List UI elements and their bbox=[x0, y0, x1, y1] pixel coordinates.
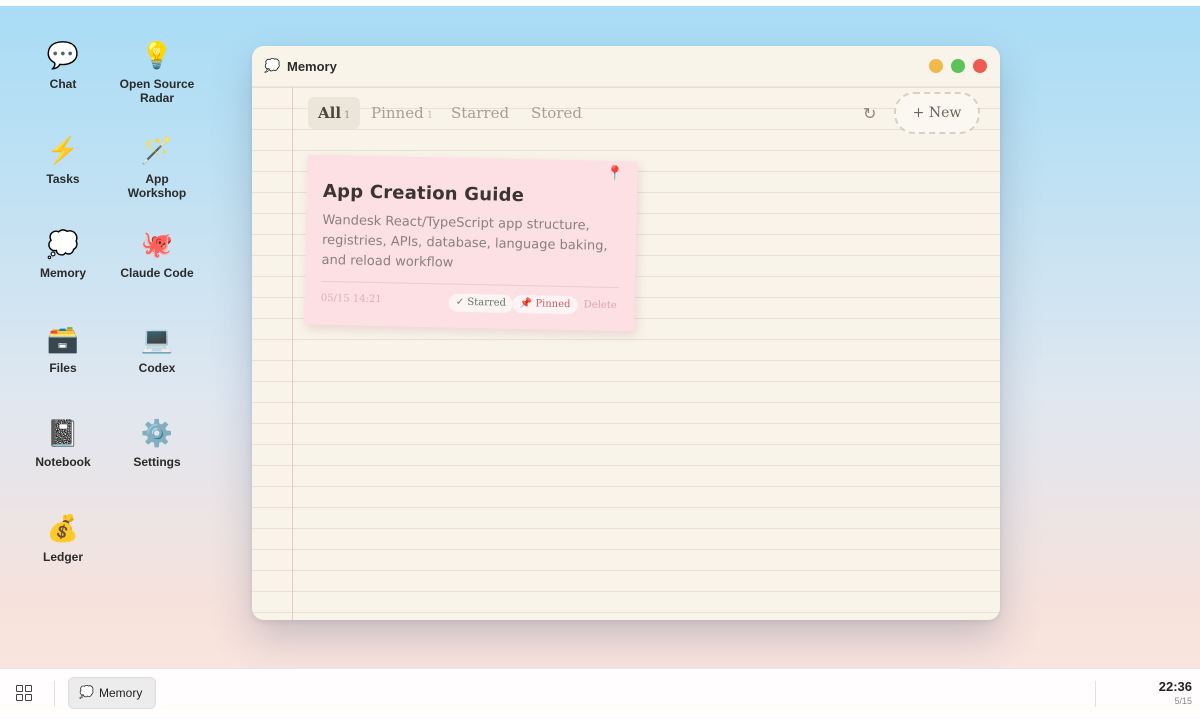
pinned-toggle[interactable]: 📌 Pinned bbox=[512, 294, 578, 315]
pin-icon: 📍 bbox=[605, 164, 624, 182]
window-titlebar[interactable]: 💭 Memory bbox=[252, 46, 1000, 87]
desktop-icon-app-workshop[interactable]: 🪄 App Workshop bbox=[102, 133, 212, 200]
tab-label: Starred bbox=[451, 104, 510, 122]
app-grid-icon[interactable] bbox=[16, 685, 32, 701]
tab-stored[interactable]: Stored bbox=[521, 97, 592, 129]
thought-bubble-icon: 💭 bbox=[264, 58, 281, 73]
close-button[interactable] bbox=[973, 59, 987, 73]
clock-time: 22:36 bbox=[1158, 679, 1192, 694]
taskbar-app-memory[interactable]: 💭 Memory bbox=[68, 677, 156, 709]
desktop-icon-ledger[interactable]: 💰 Ledger bbox=[8, 511, 118, 564]
desktop-icon-label: Claude Code bbox=[120, 266, 194, 280]
tab-label: Stored bbox=[531, 104, 582, 122]
octopus-icon: 🐙 bbox=[140, 229, 174, 259]
clock[interactable]: 22:36 5/15 bbox=[1159, 679, 1192, 706]
refresh-icon[interactable]: ↻ bbox=[863, 104, 876, 124]
delete-button[interactable]: Delete bbox=[577, 296, 624, 315]
taskbar-divider bbox=[54, 681, 55, 707]
desktop-icon-label: Settings bbox=[133, 455, 181, 469]
note-title: App Creation Guide bbox=[322, 180, 525, 207]
minimize-button[interactable] bbox=[929, 59, 943, 73]
note-body: Wandesk React/TypeScript app structure, … bbox=[321, 212, 608, 271]
taskbar: 💭 Memory 22:36 5/15 bbox=[0, 668, 1200, 719]
desktop-icon-label: Ledger bbox=[42, 550, 83, 564]
tab-count: 1 bbox=[344, 110, 351, 121]
tab-count: 1 bbox=[426, 110, 434, 121]
lightbulb-icon: 💡 bbox=[140, 40, 174, 70]
window-title: Memory bbox=[287, 59, 337, 74]
maximize-button[interactable] bbox=[951, 59, 965, 73]
desktop-icon-label: Codex bbox=[138, 361, 176, 375]
desktop-icon-settings[interactable]: ⚙️ Settings bbox=[102, 416, 212, 469]
desktop-icon-open-source-radar[interactable]: 💡 Open Source Radar bbox=[102, 38, 212, 105]
desktop-icon-label: Open Source Radar bbox=[119, 77, 195, 105]
gear-icon: ⚙️ bbox=[140, 418, 174, 448]
paper-margin-line bbox=[292, 86, 293, 620]
top-strip bbox=[0, 0, 1200, 6]
clock-date: 5/15 bbox=[1174, 696, 1192, 706]
desktop-icon-codex[interactable]: 💻 Codex bbox=[102, 322, 212, 375]
tab-label: Pinned bbox=[371, 104, 424, 122]
tab-all[interactable]: All 1 bbox=[308, 97, 361, 129]
tab-label: All bbox=[318, 104, 342, 122]
tab-pinned[interactable]: Pinned 1 bbox=[361, 97, 443, 129]
memory-window: 💭 Memory All 1 Pinned 1 Starred Stored ↻ +… bbox=[252, 46, 1000, 620]
taskbar-divider bbox=[1095, 681, 1096, 707]
note-divider bbox=[321, 280, 620, 289]
thought-bubble-icon: 💭 bbox=[79, 685, 94, 699]
tab-starred[interactable]: Starred bbox=[441, 97, 519, 129]
note-date: 05/15 14:21 bbox=[320, 292, 382, 306]
starred-toggle[interactable]: ✓ Starred bbox=[448, 293, 514, 313]
desktop-icon-label: App Workshop bbox=[127, 172, 187, 200]
taskbar-app-label: Memory bbox=[99, 686, 143, 700]
laptop-icon: 💻 bbox=[140, 324, 174, 354]
memory-note-card[interactable]: 📍 App Creation Guide Wandesk React/TypeS… bbox=[304, 154, 638, 332]
desktop-icon-claude-code[interactable]: 🐙 Claude Code bbox=[102, 227, 212, 280]
magic-wand-icon: 🪄 bbox=[140, 135, 174, 165]
money-bag-icon: 💰 bbox=[46, 513, 80, 543]
new-memory-button[interactable]: + New bbox=[894, 92, 980, 134]
